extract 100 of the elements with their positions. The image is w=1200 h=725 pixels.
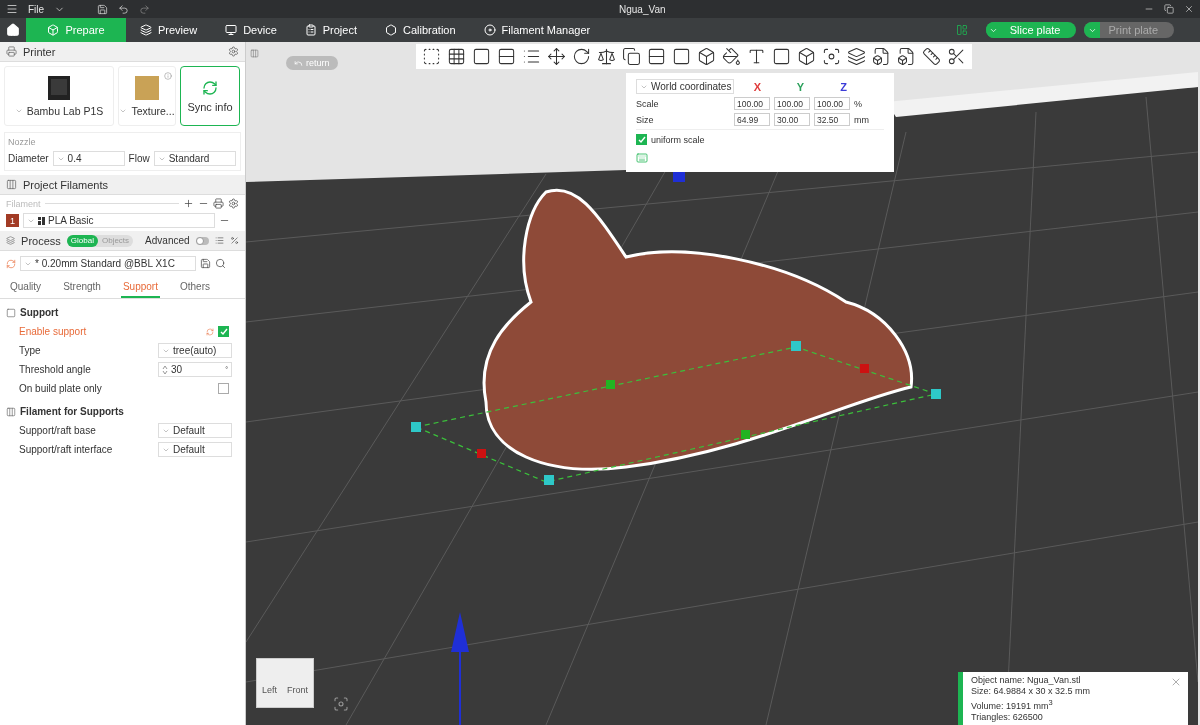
value-field[interactable]: 32.50: [814, 113, 850, 126]
menu-icon[interactable]: [6, 3, 18, 15]
checkbox[interactable]: [218, 383, 229, 394]
restore-icon[interactable]: [1164, 4, 1174, 14]
square-icon[interactable]: [672, 47, 691, 66]
undo-icon[interactable]: [118, 3, 130, 15]
value-field[interactable]: 100.00: [734, 97, 770, 110]
diameter-select[interactable]: 0.4: [52, 151, 125, 166]
scissors-icon[interactable]: [947, 47, 966, 66]
info-line: Volume: 19191 mm$^{3}$: [971, 697, 1054, 712]
settings-tab[interactable]: Quality: [8, 278, 44, 298]
dropdown[interactable]: Default: [158, 442, 232, 457]
plate-card[interactable]: Texture...: [118, 66, 176, 126]
dropdown[interactable]: Default: [158, 423, 232, 438]
rotate-icon[interactable]: [572, 47, 591, 66]
value-field[interactable]: 30.00: [774, 113, 810, 126]
sync-icon: [202, 79, 218, 96]
coordinate-select[interactable]: World coordinates: [636, 79, 734, 94]
save-icon[interactable]: [200, 258, 211, 269]
uniform-scale-label: uniform scale: [651, 134, 705, 145]
nav-tab[interactable]: Filament Manager: [469, 18, 605, 42]
advanced-switch[interactable]: [195, 236, 209, 245]
setting-label: Enable support: [19, 326, 88, 337]
layers-icon[interactable]: [847, 47, 866, 66]
value-field[interactable]: 100.00: [814, 97, 850, 110]
value-field[interactable]: 64.99: [734, 113, 770, 126]
section-title: Project Filaments: [23, 178, 108, 191]
text-icon[interactable]: [747, 47, 766, 66]
add-icon[interactable]: [183, 198, 194, 209]
filament-icon: [38, 216, 45, 225]
section-title: Process: [21, 234, 61, 247]
layout-icon[interactable]: [955, 24, 968, 36]
setting-label: Support/raft base: [19, 425, 97, 436]
group-title: Filament for Supports: [20, 406, 124, 417]
settings-icon[interactable]: [228, 198, 239, 209]
filament-select[interactable]: PLA Basic: [23, 213, 215, 228]
focus-icon[interactable]: [822, 47, 841, 66]
setting-label: Type: [19, 345, 42, 356]
preset-select[interactable]: * 0.20mm Standard @BBL X1C: [20, 256, 196, 271]
settings-tab[interactable]: Strength: [61, 278, 103, 298]
cube-icon[interactable]: [797, 47, 816, 66]
percent-icon[interactable]: [229, 235, 239, 246]
cube-face-label: Front: [287, 685, 308, 695]
view-cube[interactable]: Left Front: [256, 658, 314, 708]
file-icon[interactable]: [872, 47, 891, 66]
section-title: Printer: [23, 45, 56, 58]
split-icon[interactable]: [647, 47, 666, 66]
filament-icon[interactable]: [6, 179, 17, 190]
grid-icon[interactable]: [447, 47, 466, 66]
cube-face-label: Left: [262, 685, 277, 695]
uniform-scale-checkbox[interactable]: [636, 134, 647, 145]
advanced-label: Advanced: [145, 235, 190, 246]
list-icon[interactable]: [522, 47, 541, 66]
tab-icon: [385, 24, 397, 36]
diameter-label: Diameter: [8, 153, 49, 164]
move-icon[interactable]: [547, 47, 566, 66]
row-label: Size: [636, 114, 655, 125]
info-line: Triangles: 626500: [971, 712, 1044, 723]
plate-icon: [134, 75, 160, 101]
square-icon[interactable]: [472, 47, 491, 66]
spinner-icon: [162, 364, 168, 375]
printer-icon[interactable]: [6, 46, 17, 57]
tab-icon: [140, 24, 152, 36]
redo-icon[interactable]: [139, 3, 151, 15]
nav-tab[interactable]: Preview: [126, 18, 212, 42]
search-icon[interactable]: [215, 258, 226, 269]
axis-label: X: [753, 80, 762, 93]
group-icon[interactable]: [6, 406, 16, 417]
square-icon[interactable]: [772, 47, 791, 66]
close-icon[interactable]: [1184, 4, 1194, 14]
rows-icon[interactable]: [497, 47, 516, 66]
paint-bucket-icon[interactable]: [722, 47, 741, 66]
nav-tab[interactable]: Device: [211, 18, 291, 42]
printer-card[interactable]: Bambu Lab P1S: [4, 66, 114, 126]
value-field[interactable]: 100.00: [774, 97, 810, 110]
file-icon[interactable]: [897, 47, 916, 66]
group-title: Support: [20, 307, 59, 318]
unit-label: mm: [854, 114, 869, 125]
dropdown[interactable]: tree(auto): [158, 343, 232, 358]
nav-tab[interactable]: Calibration: [371, 18, 470, 42]
scale-icon[interactable]: [597, 47, 616, 66]
caret-icon: [119, 107, 128, 115]
nav-tab[interactable]: Project: [290, 18, 371, 42]
ruler-icon[interactable]: [922, 47, 941, 66]
cube-icon[interactable]: [697, 47, 716, 66]
filament-label: Filament: [6, 198, 41, 209]
checkbox[interactable]: [218, 326, 229, 337]
copy-icon[interactable]: [622, 47, 641, 66]
settings-icon[interactable]: [228, 46, 239, 57]
tab-icon: [483, 24, 496, 36]
filament-swatch[interactable]: 1: [6, 214, 19, 227]
printer-icon: [47, 75, 71, 101]
settings-tab[interactable]: Others: [177, 278, 212, 298]
flow-select[interactable]: Standard: [153, 151, 236, 166]
setting-label: On build plate only: [19, 383, 103, 394]
tab-icon: [47, 24, 60, 36]
file-menu[interactable]: File: [28, 3, 45, 15]
sync-button[interactable]: Sync info: [180, 66, 240, 126]
undo-icon: [294, 58, 303, 68]
axis-label: Z: [840, 80, 847, 93]
